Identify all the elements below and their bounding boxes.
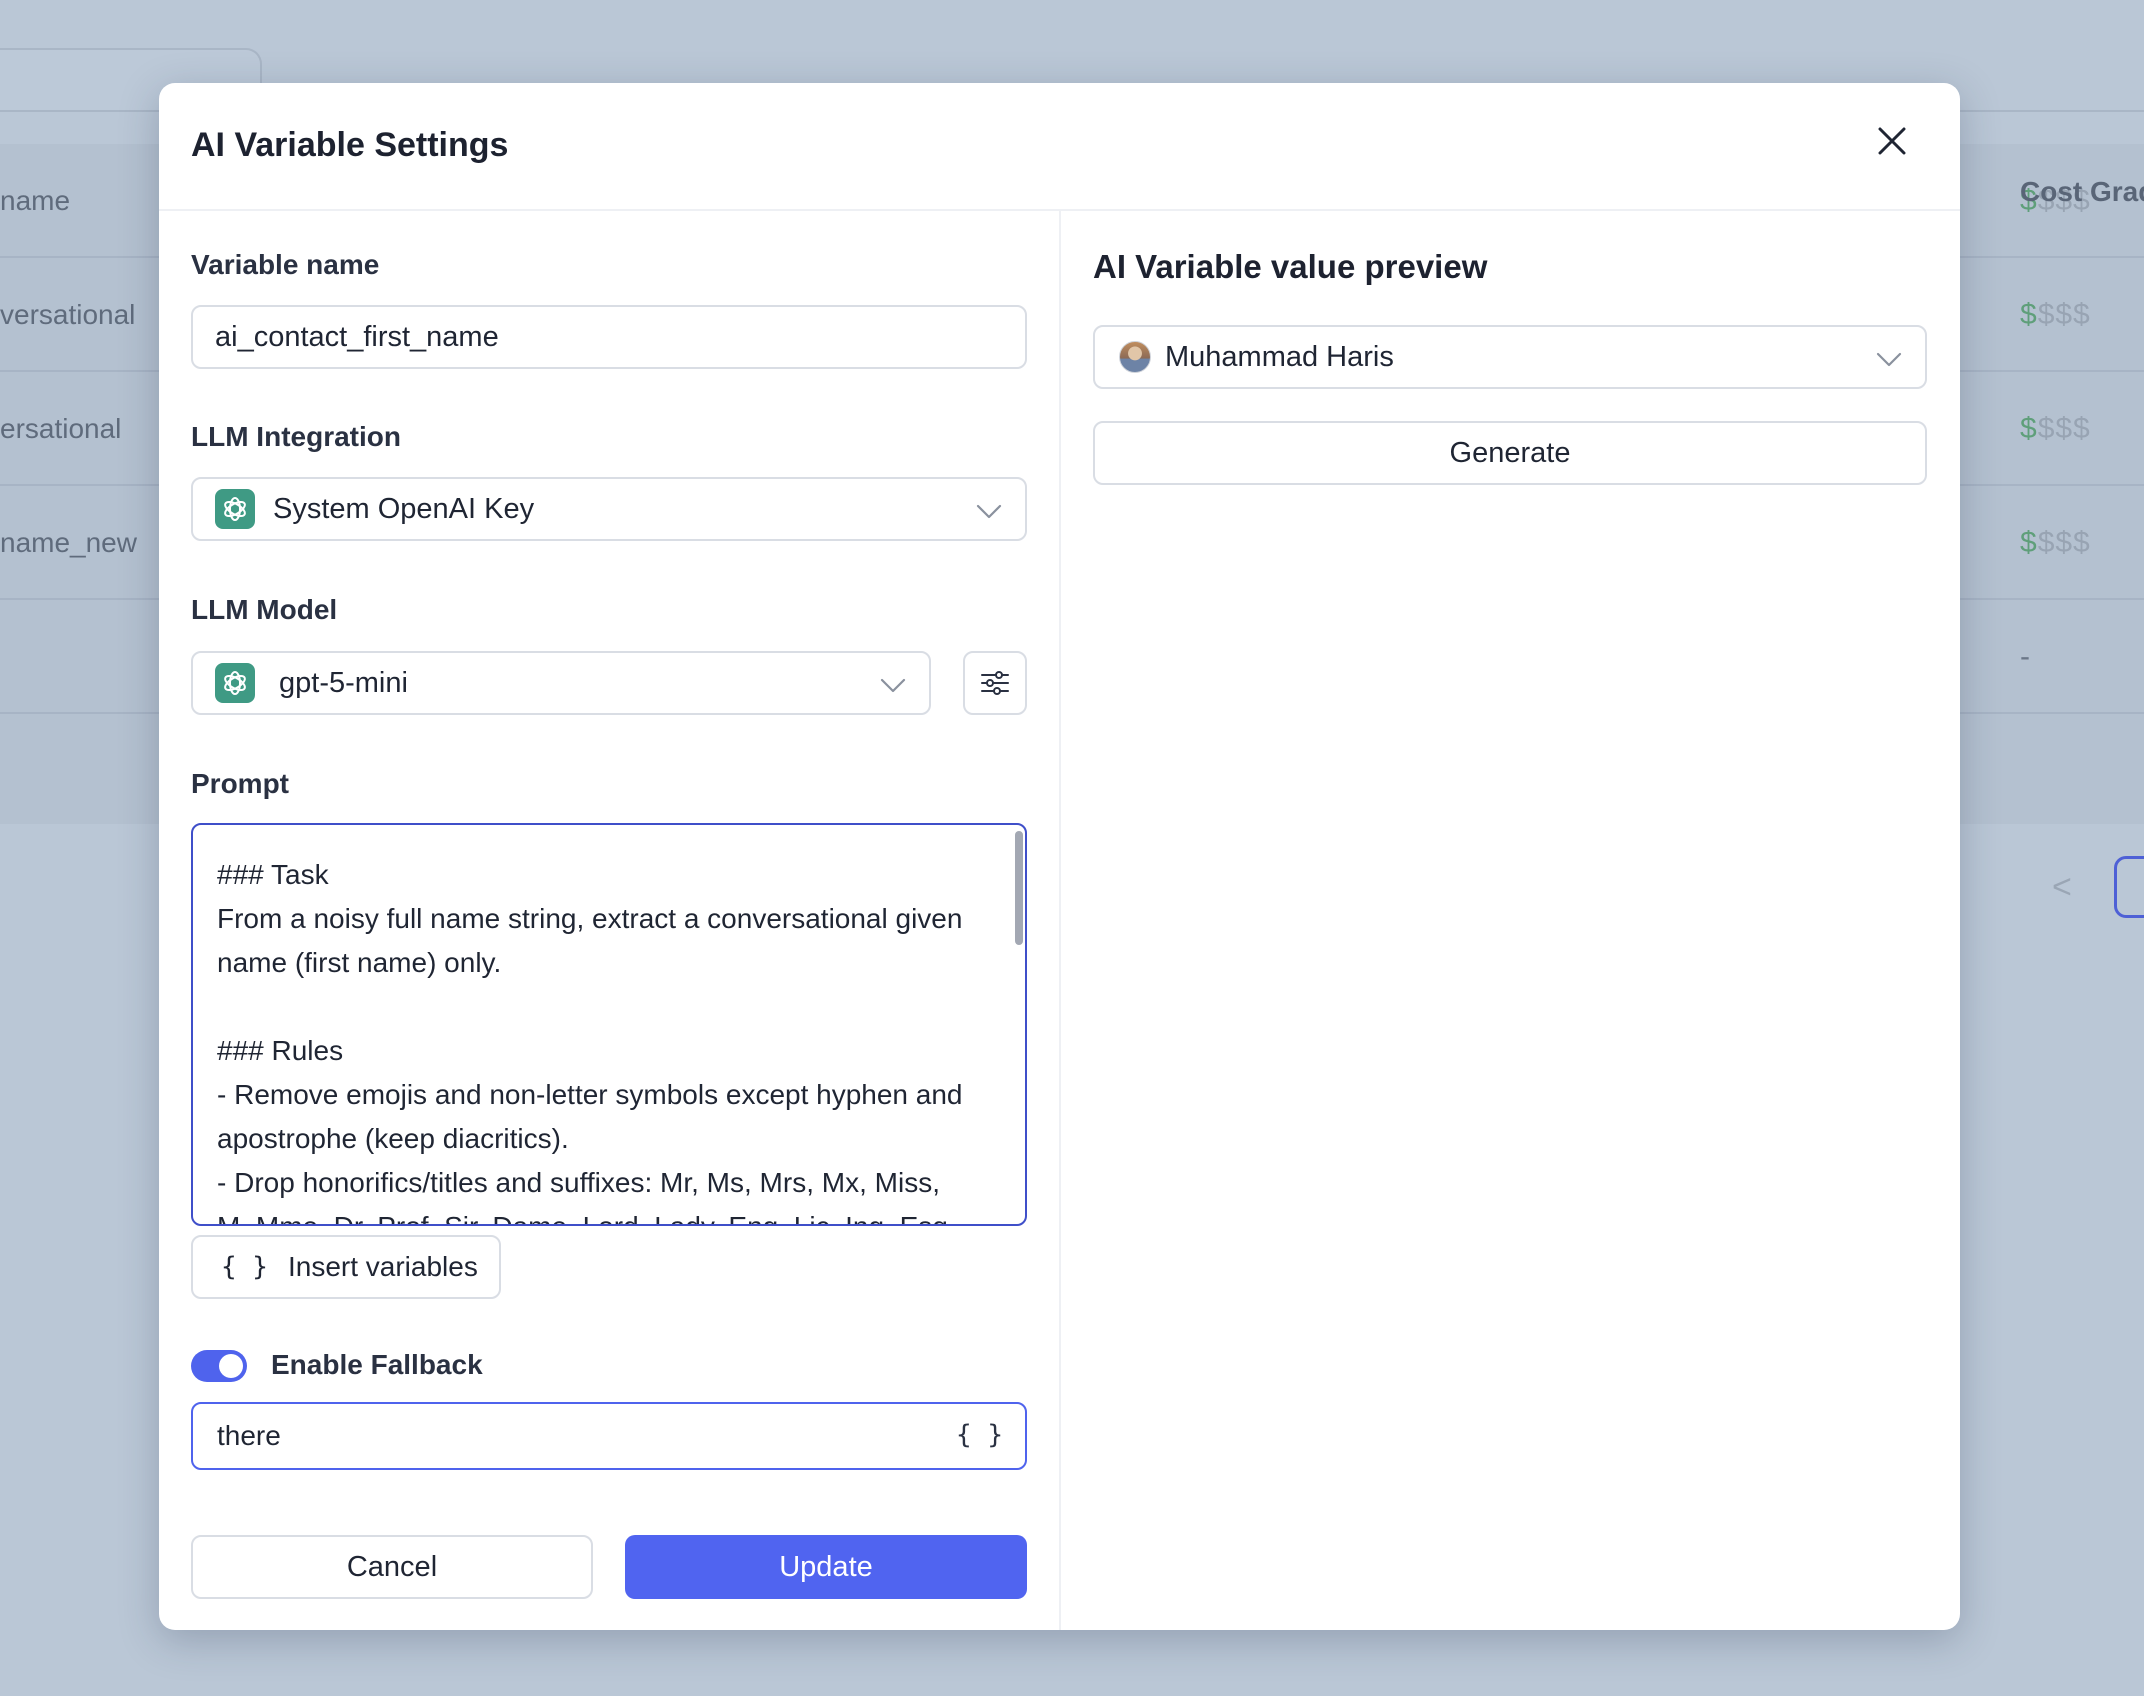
insert-variables-label: Insert variables: [287, 1251, 478, 1282]
cost-grade: -: [2020, 640, 2031, 673]
column-header-cost: Cost Grad: [2020, 176, 2144, 207]
fallback-input[interactable]: there { }: [191, 1402, 1027, 1470]
toggle-knob: [219, 1354, 243, 1378]
pane-divider: [1059, 211, 1061, 1630]
ai-variable-settings-modal: AI Variable Settings Variable name ai_co…: [159, 83, 1960, 1630]
modal-header: AI Variable Settings: [159, 83, 1960, 211]
braces-icon: { }: [221, 1252, 268, 1282]
variable-name-label: Variable name: [191, 249, 380, 280]
enable-fallback-label: Enable Fallback: [271, 1349, 483, 1380]
row-name: versational: [0, 299, 136, 330]
prompt-scrollbar[interactable]: [1015, 831, 1023, 945]
enable-fallback-toggle[interactable]: [191, 1350, 247, 1382]
row-name: ersational: [0, 413, 122, 444]
preview-title: AI Variable value preview: [1093, 248, 1488, 285]
llm-integration-label: LLM Integration: [191, 421, 401, 452]
fallback-value: there: [217, 1420, 281, 1451]
avatar: [1119, 341, 1151, 373]
update-button[interactable]: Update: [625, 1535, 1027, 1599]
openai-icon: [215, 663, 255, 703]
chevron-down-icon: [976, 504, 1002, 519]
preview-contact-name: Muhammad Haris: [1165, 340, 1394, 373]
chevron-down-icon: [880, 678, 906, 693]
preview-contact-select[interactable]: Muhammad Haris: [1093, 325, 1927, 389]
insert-variable-icon[interactable]: { }: [956, 1420, 1003, 1450]
prompt-text: ### Task From a noisy full name string, …: [217, 859, 963, 1224]
model-settings-button[interactable]: [963, 651, 1027, 715]
generate-button[interactable]: Generate: [1093, 421, 1927, 485]
llm-integration-value: System OpenAI Key: [273, 492, 535, 525]
row-name: name_new: [0, 527, 137, 558]
pager-current-page: [2114, 856, 2144, 918]
chevron-down-icon: [1876, 352, 1902, 367]
close-icon: [1878, 127, 1906, 155]
pager-prev-icon: <: [2052, 868, 2072, 906]
cost-grade: $$$$: [2020, 526, 2091, 559]
llm-model-select[interactable]: gpt-5-mini: [191, 651, 931, 715]
llm-integration-select[interactable]: System OpenAI Key: [191, 477, 1027, 541]
sliders-icon: [981, 671, 1009, 695]
cost-grade: $$$$: [2020, 298, 2091, 331]
close-button[interactable]: [1870, 119, 1914, 163]
llm-model-label: LLM Model: [191, 594, 338, 625]
cancel-button[interactable]: Cancel: [191, 1535, 593, 1599]
insert-variables-button[interactable]: { } Insert variables: [191, 1235, 501, 1299]
llm-model-value: gpt-5-mini: [279, 666, 408, 699]
openai-icon: [215, 489, 255, 529]
cost-grade: $$$$: [2020, 412, 2091, 445]
modal-title: AI Variable Settings: [191, 126, 509, 164]
variable-name-input[interactable]: ai_contact_first_name: [191, 305, 1027, 369]
prompt-label: Prompt: [191, 768, 289, 799]
prompt-textarea[interactable]: ### Task From a noisy full name string, …: [191, 823, 1027, 1226]
row-name: name: [0, 185, 71, 216]
